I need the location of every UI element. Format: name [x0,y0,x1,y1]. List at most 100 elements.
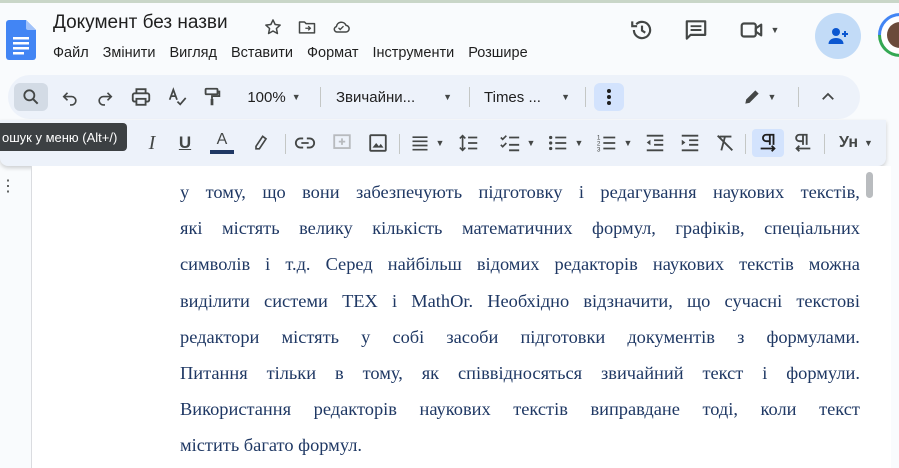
word: відзначити, [583,290,673,311]
move-folder-icon[interactable] [295,15,319,39]
star-icon[interactable] [261,15,285,39]
word: системи [264,290,328,311]
word: Питання [180,362,248,383]
paragraph-line[interactable]: виділити системи ТЕХ і MathOr. Необхідно відзн… [180,283,860,319]
word: можна [808,254,860,275]
word: містять [281,326,340,347]
align-button[interactable]: ▼ [406,129,448,157]
paragraph-line[interactable]: які містять велику кількість математичних фор… [180,210,860,246]
chevron-down-icon: ▼ [574,138,584,148]
outline-handle-icon[interactable]: ⋮ [0,176,16,196]
main-toolbar: 100% ▼ Звичайни... ▼ Times ... ▼ ▼ [8,75,860,119]
word: вони [302,182,340,202]
menu-view[interactable]: Вигляд [169,45,224,61]
word: велику [299,218,353,239]
menu-insert[interactable]: Вставити [231,45,300,61]
collapse-menus-icon[interactable] [814,83,842,111]
menu-format[interactable]: Формат [307,45,366,61]
pencil-icon [744,90,759,104]
increase-indent-icon[interactable] [676,129,704,157]
word: редакторів [554,254,638,275]
word: забезпечують [355,182,463,202]
paragraph-line[interactable]: Використання редакторів наукових текстів вип… [180,391,860,427]
numbered-list-icon: 123 [596,134,615,153]
clear-formatting-icon[interactable] [711,129,739,157]
line-spacing-icon[interactable] [455,129,483,157]
share-button[interactable] [815,13,861,59]
word: MathOr. [411,290,474,311]
cloud-saved-icon[interactable] [329,15,353,39]
word: спеціальних [764,218,860,239]
history-icon[interactable] [626,14,658,46]
align-justify-icon [412,136,428,151]
menu-tools[interactable]: Інструменти [373,45,462,61]
add-comment-icon[interactable] [328,129,356,157]
paragraph-line[interactable]: містить багато формул. [180,427,860,463]
word: Серед [325,254,373,275]
undo-icon[interactable] [56,83,84,111]
word: підготовку [478,182,563,202]
word: математичних [461,218,573,239]
text-color-icon[interactable]: A [208,129,236,157]
input-tools-button[interactable]: Ун ▼ [832,129,880,157]
word: документів [627,326,715,347]
paragraph-line[interactable]: редактори містять у собі засоби підготовки док… [180,319,860,355]
document-title[interactable]: Документ без назви [53,12,228,34]
ltr-direction-icon[interactable] [752,129,784,157]
word: і [578,182,584,202]
checklist-icon [499,135,519,152]
insert-link-icon[interactable] [291,129,319,157]
word: собі [392,326,425,347]
bulleted-list-button[interactable]: ▼ [543,129,587,157]
editing-mode-button[interactable]: ▼ [736,83,782,111]
underline-icon[interactable]: U [173,129,197,157]
redo-icon[interactable] [91,83,119,111]
print-icon[interactable] [126,83,156,111]
paragraph-line[interactable]: Питання тільки в тому, як співвідносяться звич… [180,355,860,391]
word: формули. [786,362,860,383]
word: редакторів [313,399,397,420]
menu-file[interactable]: Файл [53,45,96,61]
comments-icon[interactable] [680,14,712,46]
insert-image-icon[interactable] [364,129,392,157]
account-avatar[interactable] [878,13,899,57]
highlight-color-icon[interactable] [248,129,274,157]
word: Необхідно [487,290,570,311]
italic-icon[interactable]: I [140,129,164,157]
decrease-indent-icon[interactable] [641,129,669,157]
word: формул, [592,218,656,239]
numbered-list-button[interactable]: 123 ▼ [592,129,636,157]
paragraph-line[interactable]: символів і т.д. Серед найбільш відомих редакт… [180,246,860,282]
font-select[interactable]: Times ... ▼ [480,83,574,111]
checklist-button[interactable]: ▼ [494,129,540,157]
chevron-down-icon: ▼ [623,138,633,148]
paint-format-icon[interactable] [198,83,226,111]
document-body[interactable]: у тому, що вони забезпечують підготовку і редаг… [180,174,860,464]
toolbar-divider [399,134,400,154]
word: і [265,254,271,275]
style-select[interactable]: Звичайни... ▼ [332,83,456,111]
zoom-select[interactable]: 100% ▼ [234,83,314,111]
menu-edit[interactable]: Змінити [103,45,163,61]
word: Використання [180,399,292,420]
word: наукових [712,182,785,202]
word: звичайний [601,362,684,383]
rtl-direction-icon[interactable] [789,129,817,157]
chevron-down-icon: ▼ [291,92,301,102]
search-menus-icon[interactable] [14,83,48,111]
spellcheck-icon[interactable] [163,83,191,111]
chevron-down-icon: ▼ [526,138,536,148]
docs-logo-icon[interactable] [6,20,36,60]
meet-camera-icon[interactable]: ▼ [734,14,784,46]
more-options-icon[interactable] [594,83,624,111]
menu-extensions[interactable]: Розшире [468,45,534,61]
toolbar-divider [585,87,586,107]
word: найбільш [387,254,462,275]
paragraph-line[interactable]: у тому, що вони забезпечують підготовку і редаг… [180,174,860,210]
word: текстів [513,399,568,420]
toolbar-divider [469,87,470,107]
word: що [687,290,711,311]
scrollbar-thumb[interactable] [866,172,873,198]
toolbar-divider [745,134,746,154]
search-menus-tooltip: ошук у меню (Alt+/) [0,123,128,151]
